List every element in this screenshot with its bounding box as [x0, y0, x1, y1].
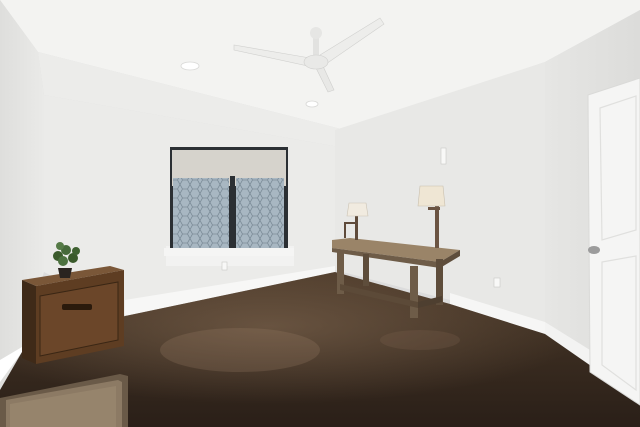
window-pane-right — [236, 178, 284, 252]
window — [164, 147, 294, 266]
door-handle — [588, 246, 600, 254]
door — [587, 77, 640, 406]
light-switch — [440, 147, 447, 165]
recessed-light — [305, 100, 319, 108]
power-outlet — [493, 277, 501, 288]
window-pane-left — [173, 178, 229, 252]
power-outlet — [221, 261, 228, 271]
recessed-light — [180, 61, 200, 71]
room-photo — [0, 0, 640, 427]
chest-handle — [62, 304, 92, 310]
